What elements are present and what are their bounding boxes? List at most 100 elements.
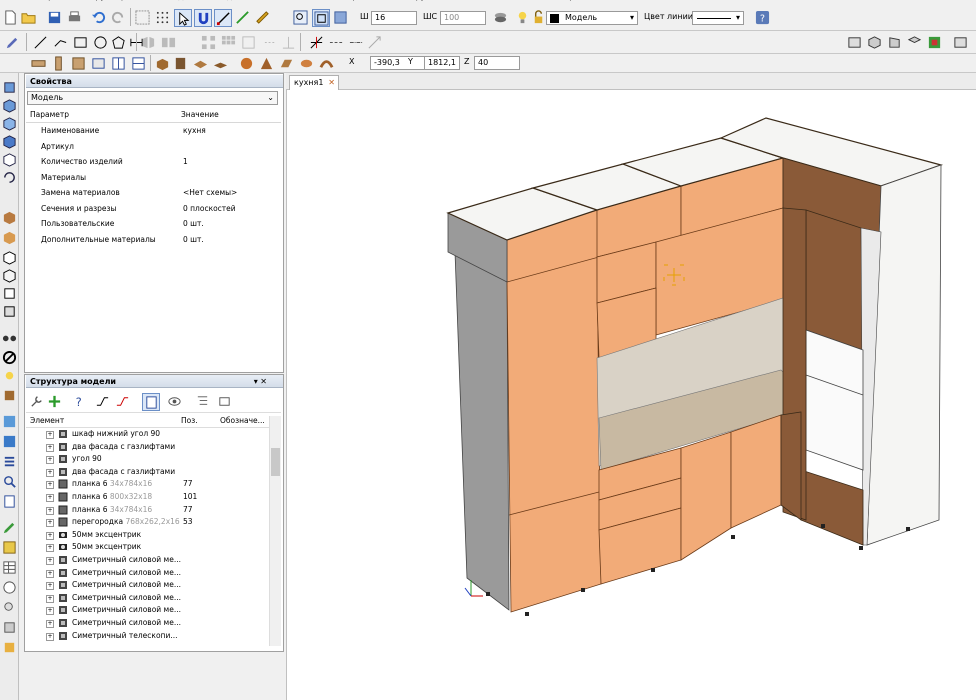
- expand-icon[interactable]: +: [46, 481, 54, 490]
- cube-top-icon[interactable]: [1, 97, 17, 113]
- glasses-icon[interactable]: [1, 329, 17, 345]
- tree-scrollbar[interactable]: [269, 416, 281, 646]
- tree-row[interactable]: + Симетричный силовой ме...: [26, 567, 268, 580]
- sphere-icon[interactable]: [238, 55, 254, 71]
- print-preview-icon[interactable]: [1, 619, 17, 635]
- search-icon[interactable]: [1, 473, 17, 489]
- box-outline3-icon[interactable]: [1, 285, 17, 301]
- menu-item[interactable]: Окно: [519, 0, 540, 1]
- ruler-icon[interactable]: [254, 9, 270, 25]
- menu-item[interactable]: Вставка: [281, 0, 315, 1]
- light-icon[interactable]: [1, 369, 17, 385]
- panel-h-icon[interactable]: [30, 55, 46, 71]
- viewport[interactable]: [286, 90, 976, 700]
- expand-icon[interactable]: +: [46, 506, 54, 515]
- shs-input[interactable]: 100: [440, 11, 486, 25]
- pin-icon[interactable]: ▾ ✕: [254, 375, 267, 388]
- property-row[interactable]: Количество изделий 1: [26, 154, 281, 170]
- copy-array-icon[interactable]: [160, 34, 176, 50]
- menu-item[interactable]: Группировка: [91, 0, 146, 1]
- print-icon[interactable]: [66, 9, 82, 25]
- view-right-icon[interactable]: [886, 34, 902, 50]
- expand-icon[interactable]: +: [46, 431, 54, 439]
- texture-icon[interactable]: [1, 229, 17, 245]
- line-snap-icon[interactable]: [214, 9, 232, 27]
- question-tool-icon[interactable]: ?: [70, 393, 86, 409]
- view-front-icon[interactable]: [846, 34, 862, 50]
- trim-icon[interactable]: [262, 34, 278, 50]
- array-grid-icon[interactable]: [220, 34, 236, 50]
- table-icon[interactable]: [1, 559, 17, 575]
- menu-item[interactable]: Удаление: [222, 0, 263, 1]
- box-outline2-icon[interactable]: [1, 267, 17, 283]
- pyramid-icon[interactable]: [258, 55, 274, 71]
- offset-icon[interactable]: [240, 34, 256, 50]
- properties-selector[interactable]: Модель ⌄: [27, 91, 278, 105]
- property-row[interactable]: Материалы: [26, 170, 281, 186]
- cube-wire-icon[interactable]: [1, 151, 17, 167]
- cube-front-icon[interactable]: [1, 79, 17, 95]
- extend-icon[interactable]: [280, 34, 296, 50]
- layers-icon[interactable]: [492, 9, 508, 25]
- tree-row[interactable]: + угол 90: [26, 453, 268, 466]
- dashline-icon[interactable]: [328, 34, 344, 50]
- tree-row[interactable]: + планка 6 34x784x16 77: [26, 478, 268, 491]
- thickness-input[interactable]: 16: [371, 11, 417, 25]
- pattern-icon[interactable]: [200, 34, 216, 50]
- wrench-icon[interactable]: [28, 393, 44, 409]
- property-value[interactable]: 0 шт.: [183, 232, 204, 247]
- expand-icon[interactable]: +: [46, 443, 54, 452]
- box-outline4-icon[interactable]: [1, 303, 17, 319]
- calc-icon[interactable]: [1, 413, 17, 429]
- measure-icon[interactable]: [234, 9, 250, 25]
- rectangle-tool-icon[interactable]: [72, 34, 88, 50]
- edit-green-icon[interactable]: [1, 519, 17, 535]
- property-row[interactable]: Замена материалов <Нет схемы>: [26, 185, 281, 201]
- sweep-icon[interactable]: [318, 55, 334, 71]
- rotate-view-icon[interactable]: [332, 9, 348, 25]
- property-value[interactable]: <Нет схемы>: [183, 185, 237, 200]
- kitchen-3d-model[interactable]: [287, 90, 976, 700]
- cube-iso-icon[interactable]: [1, 133, 17, 149]
- layer-select[interactable]: Модель ▾: [546, 11, 638, 25]
- list-icon[interactable]: [1, 453, 17, 469]
- eye-icon[interactable]: [166, 393, 182, 409]
- no-entry-icon[interactable]: [1, 349, 17, 365]
- expand-icon[interactable]: +: [46, 594, 54, 603]
- coord-y-input[interactable]: 1812,1: [424, 56, 460, 70]
- tree-row[interactable]: + Симетричный силовой ме...: [26, 617, 268, 630]
- render-icon[interactable]: [926, 34, 942, 50]
- property-row[interactable]: Пользовательские 0 шт.: [26, 216, 281, 232]
- profile-icon[interactable]: [110, 55, 126, 71]
- lock-icon[interactable]: [530, 9, 546, 25]
- tree-row[interactable]: + планка 6 800x32x18 101: [26, 491, 268, 504]
- view-iso-icon[interactable]: [866, 34, 882, 50]
- connect-red-icon[interactable]: [114, 393, 130, 409]
- redo-icon[interactable]: [110, 9, 126, 25]
- pen-icon[interactable]: [4, 34, 20, 50]
- plinth-icon[interactable]: [212, 55, 228, 71]
- expand-icon[interactable]: +: [46, 557, 54, 565]
- menu-item[interactable]: Справка: [558, 0, 593, 1]
- open-folder-icon[interactable]: [20, 9, 36, 25]
- panel-front-icon[interactable]: [70, 55, 86, 71]
- tree-row[interactable]: + Симетричный телескопи...: [26, 630, 268, 643]
- grid-icon[interactable]: [154, 9, 170, 25]
- extrude-icon[interactable]: [278, 55, 294, 71]
- zoom-fit-icon[interactable]: [312, 9, 330, 27]
- snap-cursor-icon[interactable]: [174, 9, 192, 27]
- tree-row[interactable]: + два фасада с газлифтами: [26, 466, 268, 479]
- expand-icon[interactable]: +: [46, 519, 54, 528]
- hide-icon[interactable]: [1, 387, 17, 403]
- line-style-select[interactable]: ▾: [692, 11, 744, 25]
- cube-side-icon[interactable]: [1, 115, 17, 131]
- coord-z-input[interactable]: 40: [474, 56, 520, 70]
- tree-row[interactable]: + два фасада с газлифтами: [26, 441, 268, 454]
- select-icon[interactable]: [134, 9, 150, 25]
- mirror-icon[interactable]: [140, 34, 156, 50]
- property-row[interactable]: Сечения и разрезы 0 плоскостей: [26, 201, 281, 217]
- add-icon[interactable]: [46, 393, 62, 409]
- zoom-icon[interactable]: [1, 599, 17, 615]
- expand-icon[interactable]: +: [46, 531, 54, 540]
- tree-row[interactable]: + перегородка 768x262,2x16 53: [26, 516, 268, 529]
